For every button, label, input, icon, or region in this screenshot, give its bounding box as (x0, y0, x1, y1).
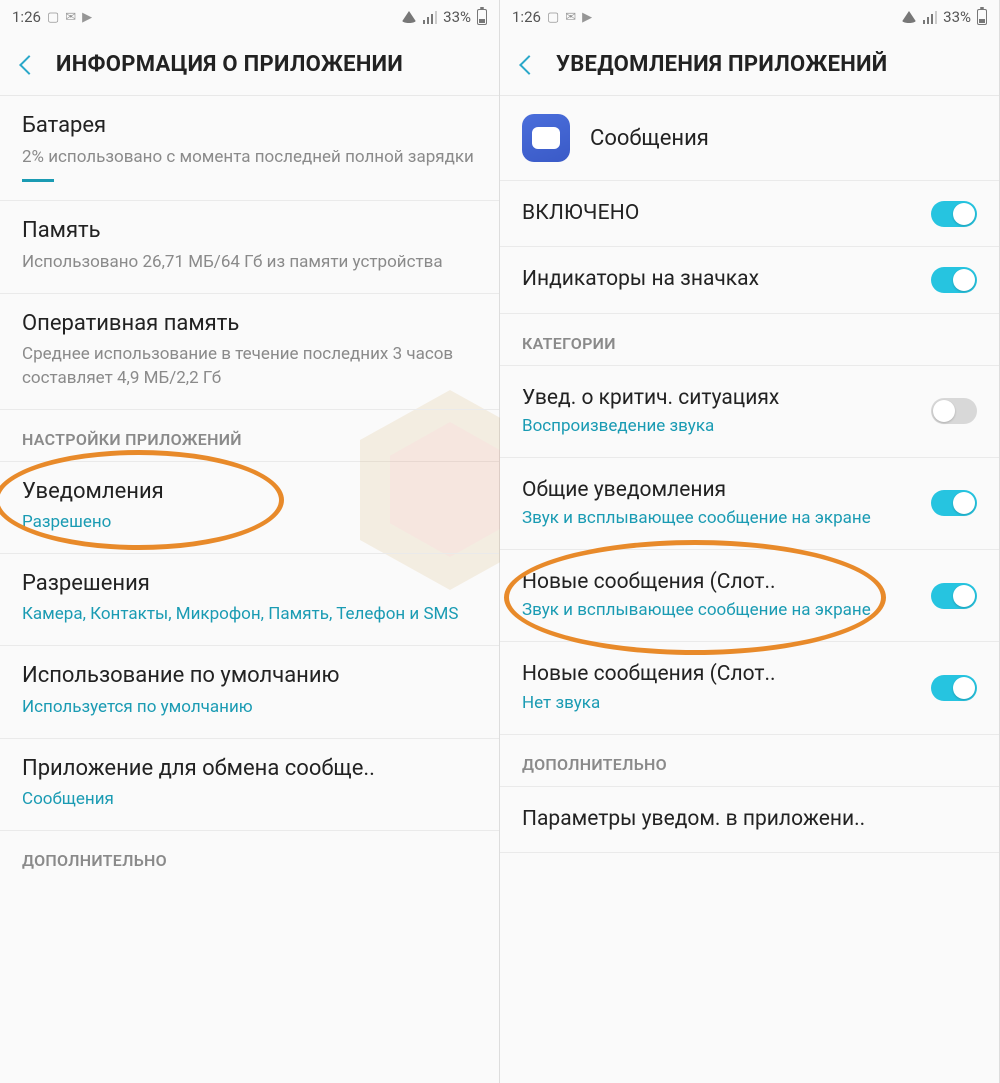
signal-icon (423, 10, 438, 24)
toggle-label: ВКЛЮЧЕНО (522, 200, 917, 227)
app-row[interactable]: Сообщения (500, 96, 999, 181)
wifi-icon (901, 11, 917, 23)
header: ИНФОРМАЦИЯ О ПРИЛОЖЕНИИ (0, 34, 499, 96)
item-sub: Камера, Контакты, Микрофон, Память, Теле… (22, 603, 477, 627)
category-new-msg-slot2[interactable]: Новые сообщения (Слот.. Нет звука (500, 642, 999, 734)
switch-new-msg-slot2[interactable] (931, 675, 977, 701)
content: Батарея 2% использовано с момента послед… (0, 96, 499, 1083)
item-title: Использование по умолчанию (22, 662, 477, 690)
item-title: Оперативная память (22, 310, 477, 338)
toggle-sub: Звук и всплывающее сообщение на экране (522, 507, 917, 530)
messages-app-icon (522, 114, 570, 162)
item-title: Память (22, 217, 477, 245)
toggle-label: Увед. о критич. ситуациях (522, 385, 917, 412)
status-time: 1:26 (12, 8, 41, 26)
section-additional: ДОПОЛНИТЕЛЬНО (500, 735, 999, 787)
screen-app-info: 1:26 ▢ ✉ ▶ 33% ИНФОРМАЦИЯ О ПРИЛОЖЕНИИ Б… (0, 0, 500, 1083)
item-title: Разрешения (22, 570, 477, 598)
item-sub: 2% использовано с момента последней полн… (22, 146, 477, 170)
item-title: Батарея (22, 112, 477, 140)
category-new-msg-slot1[interactable]: Новые сообщения (Слот.. Звук и всплывающ… (500, 550, 999, 642)
item-battery[interactable]: Батарея 2% использовано с момента послед… (0, 96, 499, 201)
app-name: Сообщения (590, 126, 709, 151)
battery-pct: 33% (443, 8, 471, 26)
switch-enabled[interactable] (931, 201, 977, 227)
toggle-sub: Воспроизведение звука (522, 415, 917, 438)
item-sub: Использовано 26,71 МБ/64 Гб из памяти ус… (22, 251, 477, 275)
item-sub: Сообщения (22, 788, 477, 812)
mail-icon: ✉ (565, 10, 576, 25)
video-icon: ▶ (582, 10, 592, 25)
item-permissions[interactable]: Разрешения Камера, Контакты, Микрофон, П… (0, 554, 499, 646)
item-notification-params[interactable]: Параметры уведом. в приложени.. (500, 787, 999, 853)
switch-critical[interactable] (931, 398, 977, 424)
item-messaging-app[interactable]: Приложение для обмена сообще.. Сообщения (0, 739, 499, 831)
toggle-label: Новые сообщения (Слот.. (522, 661, 917, 688)
toggle-sub: Нет звука (522, 692, 917, 715)
signal-icon (923, 10, 938, 24)
picture-icon: ▢ (47, 10, 59, 25)
switch-badges[interactable] (931, 267, 977, 293)
toggle-label: Индикаторы на значках (522, 266, 917, 293)
section-categories: КАТЕГОРИИ (500, 314, 999, 366)
picture-icon: ▢ (547, 10, 559, 25)
item-sub: Разрешено (22, 511, 477, 535)
status-time: 1:26 (512, 8, 541, 26)
content: Сообщения ВКЛЮЧЕНО Индикаторы на значках… (500, 96, 999, 1083)
item-sub: Используется по умолчанию (22, 696, 477, 720)
battery-icon (977, 9, 987, 25)
status-bar: 1:26 ▢ ✉ ▶ 33% (500, 0, 999, 34)
item-default-usage[interactable]: Использование по умолчанию Используется … (0, 646, 499, 738)
section-app-settings: НАСТРОЙКИ ПРИЛОЖЕНИЙ (0, 410, 499, 462)
battery-icon (477, 9, 487, 25)
mail-icon: ✉ (65, 10, 76, 25)
switch-new-msg-slot1[interactable] (931, 583, 977, 609)
screen-app-notifications: 1:26 ▢ ✉ ▶ 33% УВЕДОМЛЕНИЯ ПРИЛОЖЕНИЙ Со… (500, 0, 1000, 1083)
item-sub: Среднее использование в течение последни… (22, 343, 477, 391)
item-notifications[interactable]: Уведомления Разрешено (0, 462, 499, 554)
page-title: ИНФОРМАЦИЯ О ПРИЛОЖЕНИИ (56, 52, 403, 77)
item-title: Уведомления (22, 478, 477, 506)
section-additional: ДОПОЛНИТЕЛЬНО (0, 831, 499, 882)
wifi-icon (401, 11, 417, 23)
toggle-label: Общие уведомления (522, 477, 917, 504)
status-bar: 1:26 ▢ ✉ ▶ 33% (0, 0, 499, 34)
item-memory[interactable]: Память Использовано 26,71 МБ/64 Гб из па… (0, 201, 499, 293)
toggle-label: Новые сообщения (Слот.. (522, 569, 917, 596)
battery-pct: 33% (943, 8, 971, 26)
item-ram[interactable]: Оперативная память Среднее использование… (0, 294, 499, 410)
header: УВЕДОМЛЕНИЯ ПРИЛОЖЕНИЙ (500, 34, 999, 96)
category-critical[interactable]: Увед. о критич. ситуациях Воспроизведени… (500, 366, 999, 458)
video-icon: ▶ (82, 10, 92, 25)
item-title: Параметры уведом. в приложени.. (522, 806, 865, 833)
back-icon[interactable] (519, 55, 539, 75)
toggle-enabled[interactable]: ВКЛЮЧЕНО (500, 181, 999, 247)
battery-progress-indicator (22, 179, 54, 182)
toggle-sub: Звук и всплывающее сообщение на экране (522, 599, 917, 622)
category-general[interactable]: Общие уведомления Звук и всплывающее соо… (500, 458, 999, 550)
toggle-badges[interactable]: Индикаторы на значках (500, 247, 999, 313)
page-title: УВЕДОМЛЕНИЯ ПРИЛОЖЕНИЙ (556, 52, 887, 77)
switch-general[interactable] (931, 490, 977, 516)
back-icon[interactable] (19, 55, 39, 75)
item-title: Приложение для обмена сообще.. (22, 755, 477, 783)
